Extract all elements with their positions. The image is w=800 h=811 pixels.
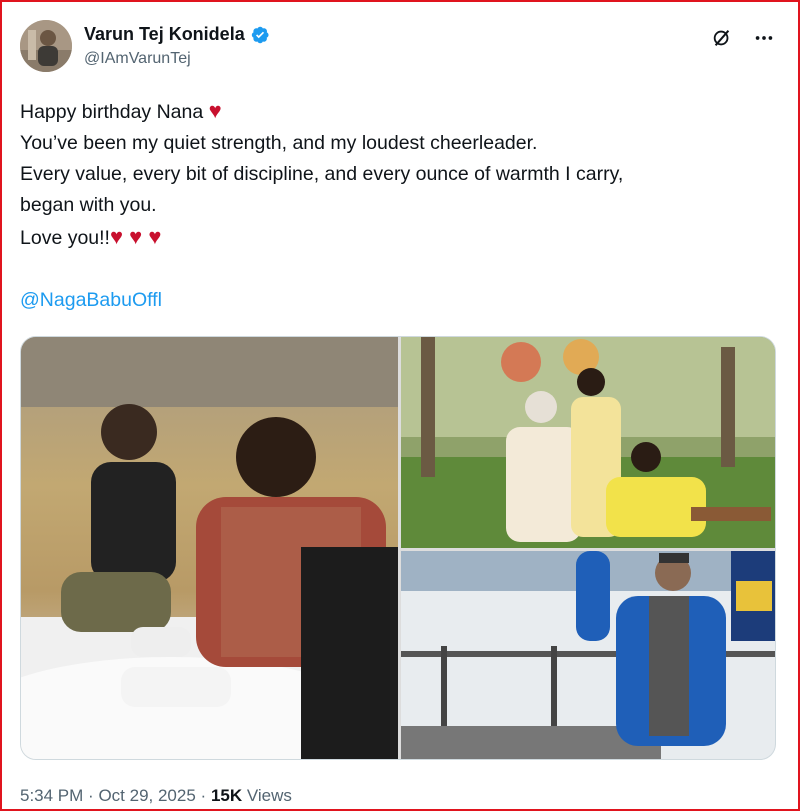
tweet-text: Happy birthday Nana ♥ You’ve been my qui… xyxy=(20,95,780,254)
tweet-footer: 5:34 PM · Oct 29, 2025 · 15K Views xyxy=(20,786,292,806)
tweet-card: Varun Tej Konidela @IAmVarunTej Happy bi… xyxy=(0,0,800,811)
hearts-icon: ♥ ♥ ♥ xyxy=(109,224,162,249)
grok-icon[interactable] xyxy=(710,26,734,50)
tweet-line-1-text: Happy birthday Nana xyxy=(20,101,204,123)
tweet-date[interactable]: Oct 29, 2025 xyxy=(98,786,195,805)
photo-man-mountain-snow[interactable] xyxy=(401,551,775,759)
more-options-icon[interactable] xyxy=(752,26,776,50)
tweet-header: Varun Tej Konidela @IAmVarunTej xyxy=(20,18,780,76)
tweet-line-4: began with you. xyxy=(20,194,157,216)
tweet-time[interactable]: 5:34 PM xyxy=(20,786,83,805)
tweet-line-2: You’ve been my quiet strength, and my lo… xyxy=(20,132,538,154)
photo-father-son-snow[interactable] xyxy=(21,337,398,759)
views-label[interactable]: Views xyxy=(247,786,292,805)
footer-separator: · xyxy=(200,786,207,805)
tweet-line-5: Love you!!♥ ♥ ♥ xyxy=(20,221,780,254)
avatar[interactable] xyxy=(20,20,72,72)
author-name[interactable]: Varun Tej Konidela xyxy=(84,24,245,45)
photo-family-garden[interactable] xyxy=(401,337,775,548)
header-actions xyxy=(710,26,776,50)
media-grid xyxy=(20,336,776,760)
heart-icon: ♥ xyxy=(208,98,222,123)
verified-badge-icon xyxy=(250,25,270,45)
views-count: 15K xyxy=(210,786,243,805)
footer-separator: · xyxy=(88,786,94,805)
author-handle[interactable]: @IAmVarunTej xyxy=(84,50,270,68)
mention-link[interactable]: @NagaBabuOffl xyxy=(20,289,162,312)
tweet-line-1: Happy birthday Nana ♥ xyxy=(20,95,780,128)
author-info: Varun Tej Konidela @IAmVarunTej xyxy=(84,24,270,68)
tweet-line-3: Every value, every bit of discipline, an… xyxy=(20,163,624,185)
tweet-line-5-text: Love you!! xyxy=(20,227,110,249)
